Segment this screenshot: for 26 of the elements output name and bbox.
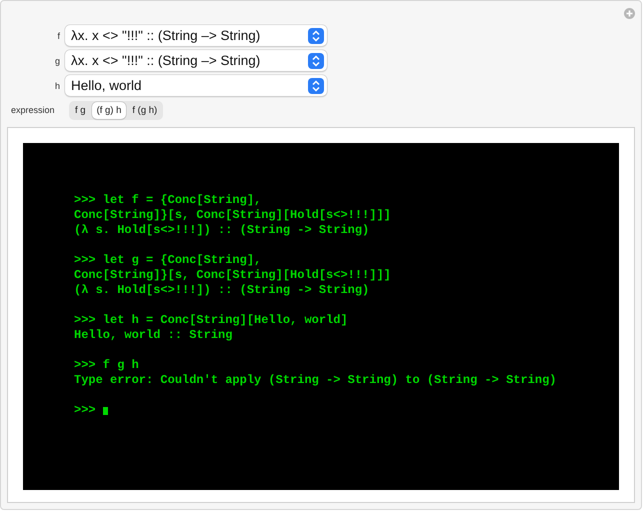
popup-menu[interactable]: Hello, world (65, 75, 327, 96)
stepper-icon (308, 52, 324, 68)
control-label: g (54, 56, 60, 66)
segment-button[interactable]: f (g h) (127, 102, 162, 118)
terminal-line: Conc[String]}[s, Conc[String][Hold[s<>!!!]]] (74, 208, 392, 223)
control-label: f (56, 30, 60, 40)
terminal-line: Conc[String]}[s, Conc[String][Hold[s<>!!!]]] (74, 268, 392, 283)
segment-button[interactable]: f g (70, 102, 91, 118)
terminal-line: (λ s. Hold[s<>!!!]) :: (String -> String) (74, 223, 370, 238)
terminal-line: (λ s. Hold[s<>!!!]) :: (String -> String) (74, 283, 370, 298)
popup-menu[interactable]: λx. x <> "!!!" :: (String –> String) (65, 25, 327, 46)
plus-icon[interactable] (624, 8, 635, 19)
terminal-prompt: >>> (74, 403, 96, 418)
terminal-line: >>> let f = {Conc[String], (74, 193, 262, 208)
expression-label: expression (10, 105, 56, 115)
terminal-line: >>> let h = Conc[String][Hello, world] (74, 313, 349, 328)
segment-button[interactable]: (f g) h (92, 102, 126, 118)
control-label: h (54, 80, 60, 90)
terminal-line: >>> let g = {Conc[String], (74, 253, 262, 268)
popup-menu[interactable]: λx. x <> "!!!" :: (String –> String) (65, 50, 327, 71)
terminal-line: Hello, world :: String (74, 328, 234, 343)
terminal-line: Type error: Couldn't apply (String -> String) to (String -> String) (74, 373, 558, 388)
stepper-icon (308, 78, 324, 94)
terminal-line: >>> f g h (74, 358, 140, 373)
stepper-icon (308, 28, 324, 44)
text-cursor (102, 406, 108, 414)
